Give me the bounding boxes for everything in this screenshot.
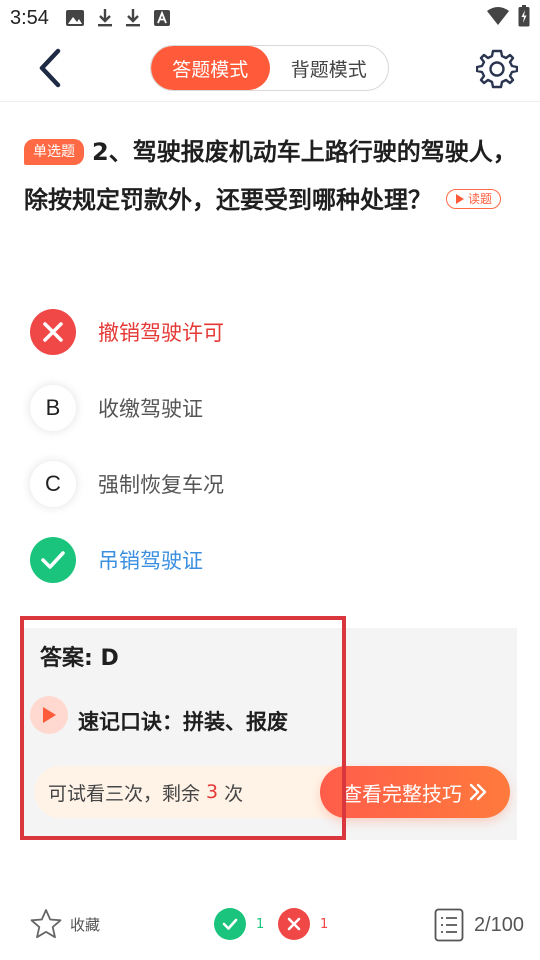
option-c-letter: C: [30, 461, 76, 507]
play-icon: [456, 194, 464, 204]
list-icon: [434, 908, 464, 942]
question-text: 2、驾驶报废机动车上路行驶的驾驶人，除按规定罚款外，还要受到哪种处理？: [24, 138, 517, 214]
download-icon: [97, 8, 113, 28]
read-question-button[interactable]: 读题: [446, 189, 502, 209]
system-icons: [486, 5, 530, 31]
correct-stat: 1: [214, 908, 264, 940]
correct-count: 1: [256, 916, 265, 932]
notification-icons: [65, 8, 171, 28]
option-c[interactable]: C 强制恢复车况: [30, 446, 510, 522]
question-type-badge: 单选题: [24, 139, 84, 165]
wrong-count: 1: [320, 916, 329, 932]
check-icon: [222, 918, 238, 930]
option-d[interactable]: 吊销驾驶证: [30, 522, 510, 598]
close-icon: [43, 322, 63, 342]
favorite-label: 收藏: [70, 915, 101, 934]
back-button[interactable]: [30, 48, 70, 88]
battery-icon: [518, 5, 530, 31]
a-icon: [153, 9, 171, 27]
view-full-tips-button[interactable]: 查看完整技巧: [320, 766, 510, 818]
option-a[interactable]: 撤销驾驶许可: [30, 294, 510, 370]
read-question-label: 读题: [468, 192, 493, 206]
tab-answer-mode[interactable]: 答题模式: [151, 46, 270, 90]
question-list-button[interactable]: 2/100: [434, 908, 524, 942]
option-b-letter: B: [30, 385, 76, 431]
wrong-stat: 1: [278, 908, 328, 940]
highlight-box: [20, 616, 346, 840]
double-chevron-right-icon: [469, 783, 487, 801]
option-b-text: 收缴驾驶证: [98, 397, 203, 421]
option-c-text: 强制恢复车况: [98, 473, 224, 497]
status-time: 3:54: [10, 6, 49, 29]
star-icon: [30, 909, 62, 939]
download-icon: [125, 8, 141, 28]
view-full-tips-label: 查看完整技巧: [342, 781, 462, 806]
progress-text: 2/100: [473, 913, 524, 936]
options-list: 撤销驾驶许可 B 收缴驾驶证 C 强制恢复车况 吊销驾驶证: [30, 294, 510, 598]
option-a-text: 撤销驾驶许可: [98, 321, 224, 345]
image-icon: [65, 9, 85, 27]
bottom-bar: 收藏 1 1 2/100: [0, 896, 540, 952]
top-nav: 答题模式 背题模式: [0, 36, 540, 102]
correct-count-icon: [214, 908, 246, 940]
gear-icon: [475, 49, 519, 89]
option-b[interactable]: B 收缴驾驶证: [30, 370, 510, 446]
favorite-button[interactable]: 收藏: [30, 908, 100, 940]
chevron-left-icon: [39, 48, 61, 88]
correct-mark: [30, 537, 76, 583]
option-d-text: 吊销驾驶证: [98, 549, 203, 573]
question-block: 单选题 2、驾驶报废机动车上路行驶的驾驶人，除按规定罚款外，还要受到哪种处理？ 读题: [24, 128, 524, 224]
mode-switch: 答题模式 背题模式: [150, 45, 389, 91]
check-icon: [41, 551, 65, 569]
wifi-icon: [486, 6, 510, 30]
tab-recite-mode[interactable]: 背题模式: [270, 46, 389, 90]
wrong-mark: [30, 309, 76, 355]
close-icon: [287, 917, 301, 931]
status-bar: 3:54: [0, 0, 540, 36]
wrong-count-icon: [278, 908, 310, 940]
settings-button[interactable]: [475, 48, 519, 90]
